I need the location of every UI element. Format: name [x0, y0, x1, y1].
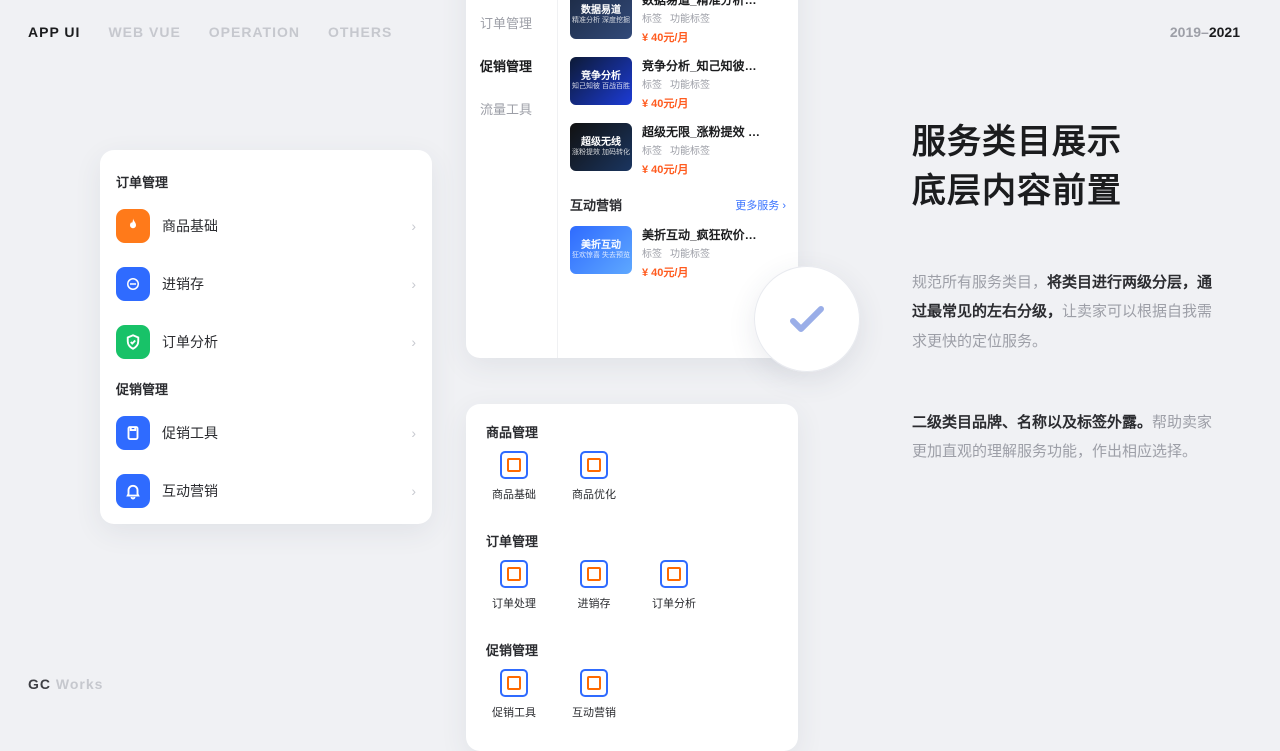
grid-item[interactable]: 商品基础	[486, 451, 542, 503]
list-item[interactable]: 促销工具 ›	[100, 404, 432, 462]
service-item[interactable]: 美折互动狂欢惊喜 失去预览 美折互动_疯狂砍价… 标签功能标签 ¥ 40元/月	[570, 220, 786, 286]
tag-icon	[116, 416, 150, 450]
list-item[interactable]: 商品基础 ›	[100, 197, 432, 255]
module-icon	[660, 560, 688, 588]
list-item-label: 互动营销	[162, 481, 399, 501]
service-tags: 标签功能标签	[642, 76, 786, 91]
section-header: 互动营销 更多服务 ›	[570, 191, 786, 220]
service-price: ¥ 40元/月	[642, 161, 786, 177]
grid-item[interactable]: 促销工具	[486, 669, 542, 721]
group-title: 订单管理	[100, 164, 432, 197]
service-item[interactable]: 超级无线涨粉提效 加码转化 超级无限_涨粉提效 … 标签功能标签 ¥ 40元/月	[570, 117, 786, 183]
list-item[interactable]: 进销存 ›	[100, 255, 432, 313]
side-tab[interactable]: 流量工具	[466, 87, 557, 130]
chevron-right-icon: ›	[411, 218, 416, 234]
service-thumb: 超级无线涨粉提效 加码转化	[570, 123, 632, 171]
grid-section-title: 促销管理	[486, 640, 778, 659]
service-thumb: 美折互动狂欢惊喜 失去预览	[570, 226, 632, 274]
side-tab[interactable]: 促销管理	[466, 44, 557, 87]
check-badge	[754, 266, 860, 372]
service-item[interactable]: 数据易道精准分析 深度挖掘 数据易道_精准分析… 标签功能标签 ¥ 40元/月	[570, 0, 786, 51]
service-item[interactable]: 竞争分析知己知彼 百战百胜 竞争分析_知己知彼… 标签功能标签 ¥ 40元/月	[570, 51, 786, 117]
grid-item[interactable]: 互动营销	[566, 669, 622, 721]
category-card: 订单管理 商品基础 › 进销存 › 订单分析 › 促销管理 促销工具 › 互动营…	[100, 150, 432, 524]
cube-icon	[116, 267, 150, 301]
grid-item[interactable]: 订单处理	[486, 560, 542, 612]
nav-item[interactable]: OTHERS	[328, 24, 392, 40]
bell-icon	[116, 474, 150, 508]
footer-logo: GC Works	[28, 676, 103, 692]
service-tags: 标签功能标签	[642, 10, 786, 25]
list-item-label: 促销工具	[162, 423, 399, 443]
nav-item[interactable]: APP UI	[28, 24, 80, 40]
service-thumb: 竞争分析知己知彼 百战百胜	[570, 57, 632, 105]
list-item-label: 订单分析	[162, 332, 399, 352]
service-price: ¥ 40元/月	[642, 95, 786, 111]
module-icon	[580, 560, 608, 588]
module-icon	[580, 451, 608, 479]
module-icon	[500, 669, 528, 697]
module-icon	[500, 451, 528, 479]
grid-item[interactable]: 进销存	[566, 560, 622, 612]
grid-section-title: 商品管理	[486, 422, 778, 441]
paragraph: 规范所有服务类目，将类目进行两级分层，通过最常见的左右分级，让卖家可以根据自我需…	[912, 268, 1222, 356]
check-icon	[783, 295, 831, 343]
more-link[interactable]: 更多服务 ›	[735, 197, 786, 213]
nav-item[interactable]: OPERATION	[209, 24, 300, 40]
service-title: 竞争分析_知己知彼…	[642, 57, 786, 74]
service-tags: 标签功能标签	[642, 245, 786, 260]
service-title: 超级无限_涨粉提效 …	[642, 123, 786, 140]
chevron-right-icon: ›	[411, 334, 416, 350]
flame-icon	[116, 209, 150, 243]
year-range: 2019–2021	[1170, 24, 1240, 40]
service-tags: 标签功能标签	[642, 142, 786, 157]
list-item[interactable]: 互动营销 ›	[100, 462, 432, 520]
list-item-label: 进销存	[162, 274, 399, 294]
grid-item[interactable]: 商品优化	[566, 451, 622, 503]
side-tab[interactable]: 订单管理	[466, 1, 557, 44]
chevron-right-icon: ›	[411, 483, 416, 499]
icon-grid-panel: 商品管理 商品基础 商品优化 订单管理 订单处理 进销存 订单分析 促销管理 促…	[466, 404, 798, 751]
chevron-right-icon: ›	[411, 276, 416, 292]
group-title: 促销管理	[100, 371, 432, 404]
module-icon	[500, 560, 528, 588]
service-title: 数据易道_精准分析…	[642, 0, 786, 8]
top-nav: APP UI WEB VUE OPERATION OTHERS	[28, 24, 392, 40]
service-price: ¥ 40元/月	[642, 29, 786, 45]
side-tabs: 商品管理 订单管理 促销管理 流量工具	[466, 0, 558, 358]
paragraph: 二级类目品牌、名称以及标签外露。帮助卖家更加直观的理解服务功能，作出相应选择。	[912, 408, 1222, 467]
chevron-right-icon: ›	[411, 425, 416, 441]
list-item[interactable]: 订单分析 ›	[100, 313, 432, 371]
services-panel: 商品管理 订单管理 促销管理 流量工具 促销工具 数据易道精准分析 深度挖掘 数…	[466, 0, 798, 358]
nav-item[interactable]: WEB VUE	[108, 24, 180, 40]
service-title: 美折互动_疯狂砍价…	[642, 226, 786, 243]
list-item-label: 商品基础	[162, 216, 399, 236]
service-thumb: 数据易道精准分析 深度挖掘	[570, 0, 632, 39]
grid-item[interactable]: 订单分析	[646, 560, 702, 612]
module-icon	[580, 669, 608, 697]
grid-section-title: 订单管理	[486, 531, 778, 550]
service-price: ¥ 40元/月	[642, 264, 786, 280]
shield-icon	[116, 325, 150, 359]
headline: 服务类目展示 底层内容前置	[912, 118, 1122, 217]
